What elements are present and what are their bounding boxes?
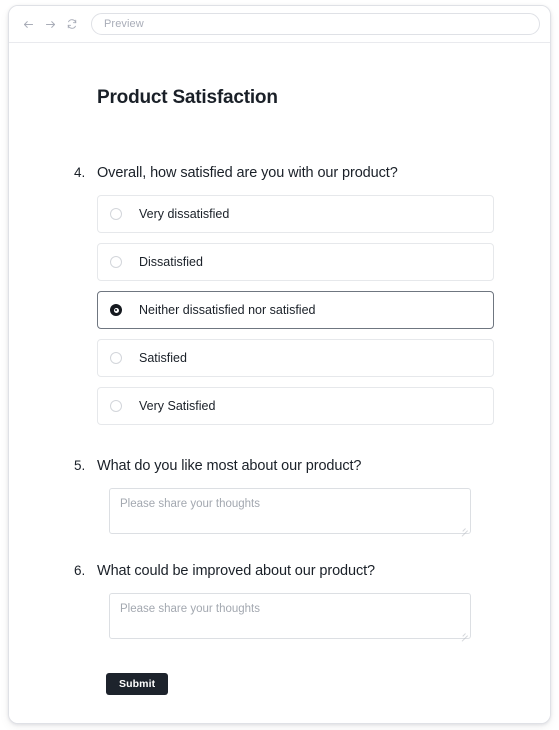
option-very-satisfied[interactable]: Very Satisfied	[97, 387, 494, 425]
option-label: Satisfied	[139, 351, 187, 365]
question-4-options: Very dissatisfied Dissatisfied Neither d…	[97, 195, 494, 425]
refresh-icon	[67, 19, 77, 29]
browser-window: Preview Product Satisfaction 4. Overall,…	[8, 5, 551, 724]
address-bar-text: Preview	[104, 18, 144, 30]
reload-button[interactable]	[61, 13, 83, 35]
question-5-answer: Please share your thoughts	[109, 488, 494, 537]
submit-button[interactable]: Submit	[106, 673, 169, 695]
question-6-text: What could be improved about our product…	[97, 563, 376, 579]
question-6: 6. What could be improved about our prod…	[74, 563, 494, 642]
question-6-number: 6.	[74, 563, 86, 578]
option-very-dissatisfied[interactable]: Very dissatisfied	[97, 195, 494, 233]
radio-selected-icon	[110, 304, 122, 316]
arrow-left-icon	[23, 20, 33, 28]
browser-toolbar: Preview	[9, 6, 550, 43]
question-4-number: 4.	[74, 165, 86, 180]
question-5-text: What do you like most about our product?	[97, 458, 362, 474]
question-5-placeholder: Please share your thoughts	[120, 498, 261, 510]
option-label: Neither dissatisfied nor satisfied	[139, 303, 316, 317]
question-5: 5. What do you like most about our produ…	[74, 458, 494, 537]
radio-icon	[110, 400, 122, 412]
address-bar[interactable]: Preview	[91, 13, 540, 35]
question-4-text: Overall, how satisfied are you with our …	[97, 165, 398, 181]
question-4: 4. Overall, how satisfied are you with o…	[74, 165, 494, 435]
question-5-heading: 5. What do you like most about our produ…	[74, 458, 494, 474]
back-button[interactable]	[17, 13, 39, 35]
question-5-textarea[interactable]: Please share your thoughts	[109, 488, 471, 537]
option-label: Very dissatisfied	[139, 207, 230, 221]
survey-content: Product Satisfaction 4. Overall, how sat…	[9, 43, 550, 723]
option-dissatisfied[interactable]: Dissatisfied	[97, 243, 494, 281]
question-4-heading: 4. Overall, how satisfied are you with o…	[74, 165, 494, 181]
arrow-right-icon	[45, 20, 55, 28]
option-label: Very Satisfied	[139, 399, 216, 413]
question-5-number: 5.	[74, 458, 86, 473]
resize-handle-icon[interactable]	[460, 523, 468, 537]
radio-icon	[110, 256, 122, 268]
resize-handle-icon[interactable]	[460, 628, 468, 642]
option-satisfied[interactable]: Satisfied	[97, 339, 494, 377]
question-6-answer: Please share your thoughts	[109, 593, 494, 642]
option-label: Dissatisfied	[139, 255, 203, 269]
radio-icon	[110, 352, 122, 364]
page-title: Product Satisfaction	[97, 87, 278, 108]
forward-button[interactable]	[39, 13, 61, 35]
question-6-heading: 6. What could be improved about our prod…	[74, 563, 494, 579]
option-neither-dissatisfied-nor-satisfied[interactable]: Neither dissatisfied nor satisfied	[97, 291, 494, 329]
question-6-textarea[interactable]: Please share your thoughts	[109, 593, 471, 642]
question-6-placeholder: Please share your thoughts	[120, 603, 261, 615]
radio-icon	[110, 208, 122, 220]
